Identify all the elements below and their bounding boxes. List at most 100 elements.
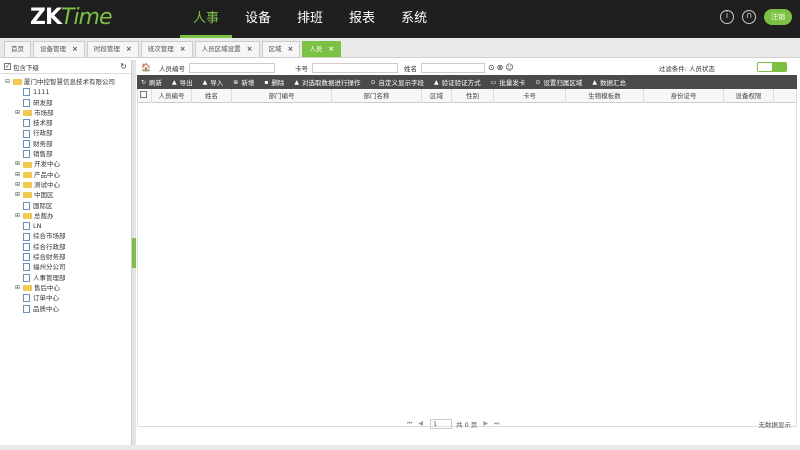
tree-node[interactable]: 福州分公司 (4, 262, 131, 272)
tree-node-label: 中国区 (34, 191, 54, 200)
column-header[interactable]: 人员编号 (152, 88, 192, 103)
tab-bar: 首页 设备管理 × 时段管理 × 班次管理 × 人员区域设置 × 区域 × 人员 × (0, 38, 800, 58)
more-icon[interactable]: ☺ (505, 63, 513, 72)
tree-toggle-icon[interactable]: ⊞ (14, 159, 21, 169)
tree-node[interactable]: 品质中心 (4, 304, 131, 314)
tree-node[interactable]: ⊞ 中国区 (4, 190, 131, 200)
panel-splitter[interactable] (132, 60, 136, 445)
tree-toggle-icon[interactable]: ⊞ (14, 211, 21, 221)
card-input[interactable] (311, 62, 398, 73)
batch-card-button[interactable]: ▭ 批量发卡 (491, 77, 526, 88)
tab-3[interactable]: 班次管理 × (140, 41, 193, 57)
tree-node[interactable]: 财务部 (4, 139, 131, 149)
custom-fields-button[interactable]: ⊙ 自定义显示字段 (371, 77, 425, 88)
file-icon (23, 294, 30, 303)
tree-toggle-icon[interactable]: ⊞ (14, 180, 21, 190)
search-icon[interactable]: ⊙ (488, 63, 495, 72)
tree-node[interactable]: ⊞ 总裁办 (4, 211, 131, 221)
refresh-button[interactable]: ↻ 刷新 (141, 77, 162, 88)
next-page-button[interactable]: ▶ (483, 420, 488, 427)
tab-2[interactable]: 时段管理 × (86, 41, 139, 57)
close-icon[interactable]: × (180, 42, 186, 57)
splitter-grip[interactable] (132, 238, 136, 268)
tree-node[interactable]: 国际区 (4, 201, 131, 211)
prev-page-button[interactable]: ◀ (418, 420, 423, 427)
tree-node-label: 测试中心 (34, 180, 60, 189)
tree-node[interactable]: 技术部 (4, 118, 131, 128)
column-header[interactable]: 生物模板数 (566, 88, 644, 103)
close-icon[interactable]: × (328, 42, 334, 57)
tree-node-label: 1111 (33, 88, 50, 97)
tree-node[interactable]: 综合行政部 (4, 242, 131, 252)
tree-node[interactable]: 综合财务部 (4, 252, 131, 262)
close-icon[interactable]: × (126, 42, 132, 57)
column-header[interactable]: 性别 (452, 88, 494, 103)
close-icon[interactable]: × (72, 42, 78, 57)
column-header[interactable]: 部门编号 (232, 88, 332, 103)
tree-node[interactable]: ⊞ 产品中心 (4, 170, 131, 180)
tree-node[interactable]: 研发部 (4, 98, 131, 108)
export-label: 导出 (179, 79, 193, 87)
import-button[interactable]: ▲ 导入 (203, 77, 224, 88)
verify-mode-button[interactable]: ▲ 验证验证方式 (434, 77, 481, 88)
nav-item-3[interactable]: 报表 (336, 0, 388, 38)
tree-node[interactable]: ⊞ 开发中心 (4, 159, 131, 169)
tree-refresh-icon[interactable]: ↻ (120, 62, 127, 71)
column-header[interactable]: 卡号 (494, 88, 566, 103)
column-header[interactable]: 设备权限 (724, 88, 774, 103)
tree-node[interactable]: 销售部 (4, 149, 131, 159)
tab-4[interactable]: 人员区域设置 × (194, 41, 260, 57)
tree-toggle-icon[interactable]: ⊞ (14, 170, 21, 180)
nav-item-0[interactable]: 人事 (180, 0, 233, 38)
tree-node[interactable]: LN (4, 221, 131, 231)
tree-node[interactable]: 人事管理部 (4, 273, 131, 283)
column-header[interactable]: 区域 (422, 88, 452, 103)
total-pages-label: 共 0 页 (456, 420, 478, 429)
add-button[interactable]: ⊕ 新增 (233, 77, 254, 88)
logout-button[interactable]: 注销 (764, 9, 792, 25)
tab-1[interactable]: 设备管理 × (33, 41, 85, 57)
tree-node[interactable]: 行政部 (4, 128, 131, 138)
tree-toggle-icon[interactable]: ⊞ (14, 190, 21, 200)
emp-no-input[interactable] (188, 62, 275, 73)
file-icon (23, 129, 30, 138)
page-input[interactable]: 1 (430, 418, 453, 429)
tree-node[interactable]: ⊞ 售后中心 (4, 283, 131, 293)
batch-op-button[interactable]: ▲ 对选取数据进行操作 (294, 77, 360, 88)
set-area-button[interactable]: ⊙ 设置归属区域 (535, 77, 582, 88)
export-button[interactable]: ▲ 导出 (172, 77, 193, 88)
include-sub-checkbox[interactable]: ✓ (4, 63, 11, 70)
tree-node[interactable]: ⊞ 测试中心 (4, 180, 131, 190)
tab-6[interactable]: 人员 × (302, 41, 342, 57)
tree-node[interactable]: 1111 (4, 87, 131, 97)
tree-node[interactable]: 综合市场部 (4, 231, 131, 241)
info-icon[interactable]: i (720, 10, 734, 24)
column-header[interactable]: 姓名 (192, 88, 232, 103)
delete-button[interactable]: ▪ 删除 (264, 77, 284, 88)
column-header[interactable]: 部门名称 (332, 88, 422, 103)
close-icon[interactable]: × (288, 42, 294, 57)
tree-toggle-icon[interactable]: ⊞ (14, 108, 21, 118)
tree-toggle-icon[interactable]: ⊟ (4, 77, 11, 87)
column-header[interactable]: 身份证号 (644, 88, 724, 103)
tree-toggle-icon[interactable]: ⊞ (14, 283, 21, 293)
tab-0[interactable]: 首页 (4, 41, 31, 57)
status-toggle[interactable] (757, 62, 787, 72)
nav-item-1[interactable]: 设备 (232, 0, 284, 38)
set-area-icon: ⊙ (535, 78, 541, 86)
name-input[interactable] (420, 62, 485, 73)
data-summary-button[interactable]: ▲ 数据汇总 (592, 77, 626, 88)
clear-icon[interactable]: ⊗ (497, 63, 504, 72)
close-icon[interactable]: × (247, 42, 253, 57)
include-sub-row: ✓ 包含下级 ↻ (0, 60, 131, 74)
nav-item-4[interactable]: 系统 (388, 0, 440, 38)
tree-node[interactable]: ⊟ 厦门中控智慧信息技术有限公司 (4, 77, 131, 87)
tree-node[interactable]: ⊞ 市场部 (4, 108, 131, 118)
headset-icon[interactable]: ∩ (742, 10, 756, 24)
select-all-checkbox[interactable] (140, 90, 147, 98)
tree-node[interactable]: 订单中心 (4, 293, 131, 303)
tab-5[interactable]: 区域 × (261, 41, 301, 57)
last-page-button[interactable]: ⏭ (494, 420, 499, 428)
first-page-button[interactable]: ⏮ (407, 420, 412, 428)
nav-item-2[interactable]: 排班 (284, 0, 336, 38)
